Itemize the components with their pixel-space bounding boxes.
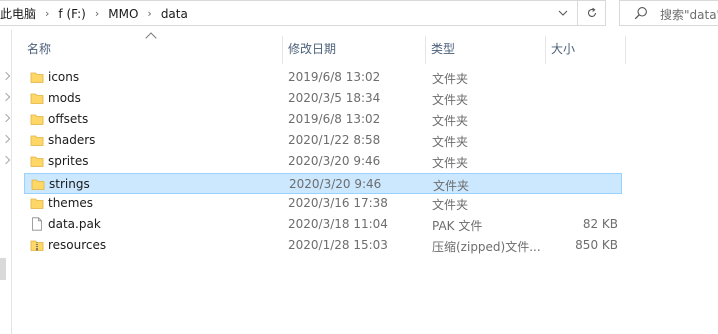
file-row[interactable]: sprites 2020/3/20 9:46 文件夹 [24,151,622,172]
file-date: 2020/3/20 9:46 [289,177,382,191]
file-date: 2019/6/8 13:02 [288,70,381,84]
file-type: 文件夹 [432,93,469,107]
search-box[interactable]: 搜索"data" [619,0,718,26]
search-icon [634,7,647,20]
file-date: 2020/3/16 17:38 [288,196,388,210]
breadcrumb-drive-f[interactable]: f (F:) [58,7,85,21]
file-row[interactable]: mods 2020/3/5 18:34 文件夹 [24,88,622,109]
folder-icon [30,154,44,171]
chevron-right-icon[interactable] [1,71,11,81]
file-row[interactable]: resources 2020/1/28 15:03 压缩(zipped)文件..… [24,235,622,256]
file-name: resources [48,238,107,252]
chevron-right-icon[interactable] [1,113,11,123]
breadcrumb: 此电脑 › f (F:) › MMO › data [0,5,188,22]
file-row[interactable]: icons 2019/6/8 13:02 文件夹 [24,67,622,88]
column-divider[interactable] [625,36,626,64]
file-date: 2020/3/20 9:46 [288,154,381,168]
file-type: 文件夹 [432,114,469,128]
breadcrumb-data[interactable]: data [161,7,188,21]
folder-icon [30,133,44,150]
folder-icon [30,112,44,129]
file-name: offsets [48,112,89,126]
navigation-pane[interactable] [0,30,12,334]
address-bar[interactable]: 此电脑 › f (F:) › MMO › data [0,0,578,26]
file-name: data.pak [48,217,101,231]
file-row[interactable]: shaders 2020/1/22 8:58 文件夹 [24,130,622,151]
column-divider[interactable] [282,36,283,64]
file-type: 压缩(zipped)文件... [432,240,541,254]
zip-folder-icon [30,238,44,255]
column-header-type[interactable]: 类型 [431,40,455,57]
search-input[interactable]: 搜索"data" [660,6,718,23]
navigation-pane-scrollbar[interactable] [0,258,6,280]
file-row[interactable]: offsets 2019/6/8 13:02 文件夹 [24,109,622,130]
chevron-right-icon[interactable]: › [45,7,49,20]
file-type: 文件夹 [432,156,469,170]
file-date: 2019/6/8 13:02 [288,112,381,126]
chevron-right-icon[interactable]: › [95,7,99,20]
file-name: strings [49,177,90,191]
chevron-right-icon[interactable]: › [147,7,151,20]
file-date: 2020/1/28 15:03 [288,238,388,252]
file-name: shaders [48,133,96,147]
address-history-dropdown[interactable] [552,3,574,23]
folder-icon [31,177,45,194]
file-type: 文件夹 [432,135,469,149]
file-row[interactable]: themes 2020/3/16 17:38 文件夹 [24,193,622,214]
breadcrumb-this-pc[interactable]: 此电脑 [0,5,36,22]
file-size: 850 KB [575,238,618,252]
file-date: 2020/3/5 18:34 [288,91,381,105]
file-row[interactable]: data.pak 2020/3/18 11:04 PAK 文件 82 KB [24,214,622,235]
column-divider[interactable] [545,36,546,64]
file-name: sprites [48,154,89,168]
file-name: themes [48,196,94,210]
file-type: PAK 文件 [432,219,483,233]
refresh-icon [587,7,596,17]
file-row-selected[interactable]: strings 2020/3/20 9:46 文件夹 [24,173,622,194]
folder-icon [30,196,44,213]
file-icon [30,217,44,234]
file-name: icons [48,70,80,84]
file-size: 82 KB [582,217,618,231]
breadcrumb-mmo[interactable]: MMO [108,7,138,21]
folder-icon [30,91,44,108]
column-header-date[interactable]: 修改日期 [288,40,336,57]
folder-icon [30,70,44,87]
file-date: 2020/1/22 8:58 [288,133,381,147]
file-date: 2020/3/18 11:04 [288,217,388,231]
column-header-size[interactable]: 大小 [551,40,575,57]
chevron-right-icon[interactable] [1,155,11,165]
column-header-name[interactable]: 名称 [27,40,51,57]
file-type: 文件夹 [433,179,470,193]
sort-ascending-icon [145,32,157,44]
column-divider[interactable] [425,36,426,64]
chevron-right-icon[interactable] [1,92,11,102]
refresh-button[interactable] [578,0,606,26]
chevron-right-icon[interactable] [1,134,11,144]
file-type: 文件夹 [432,198,469,212]
file-name: mods [48,91,81,105]
chevron-down-icon [558,10,568,16]
file-type: 文件夹 [432,72,469,86]
